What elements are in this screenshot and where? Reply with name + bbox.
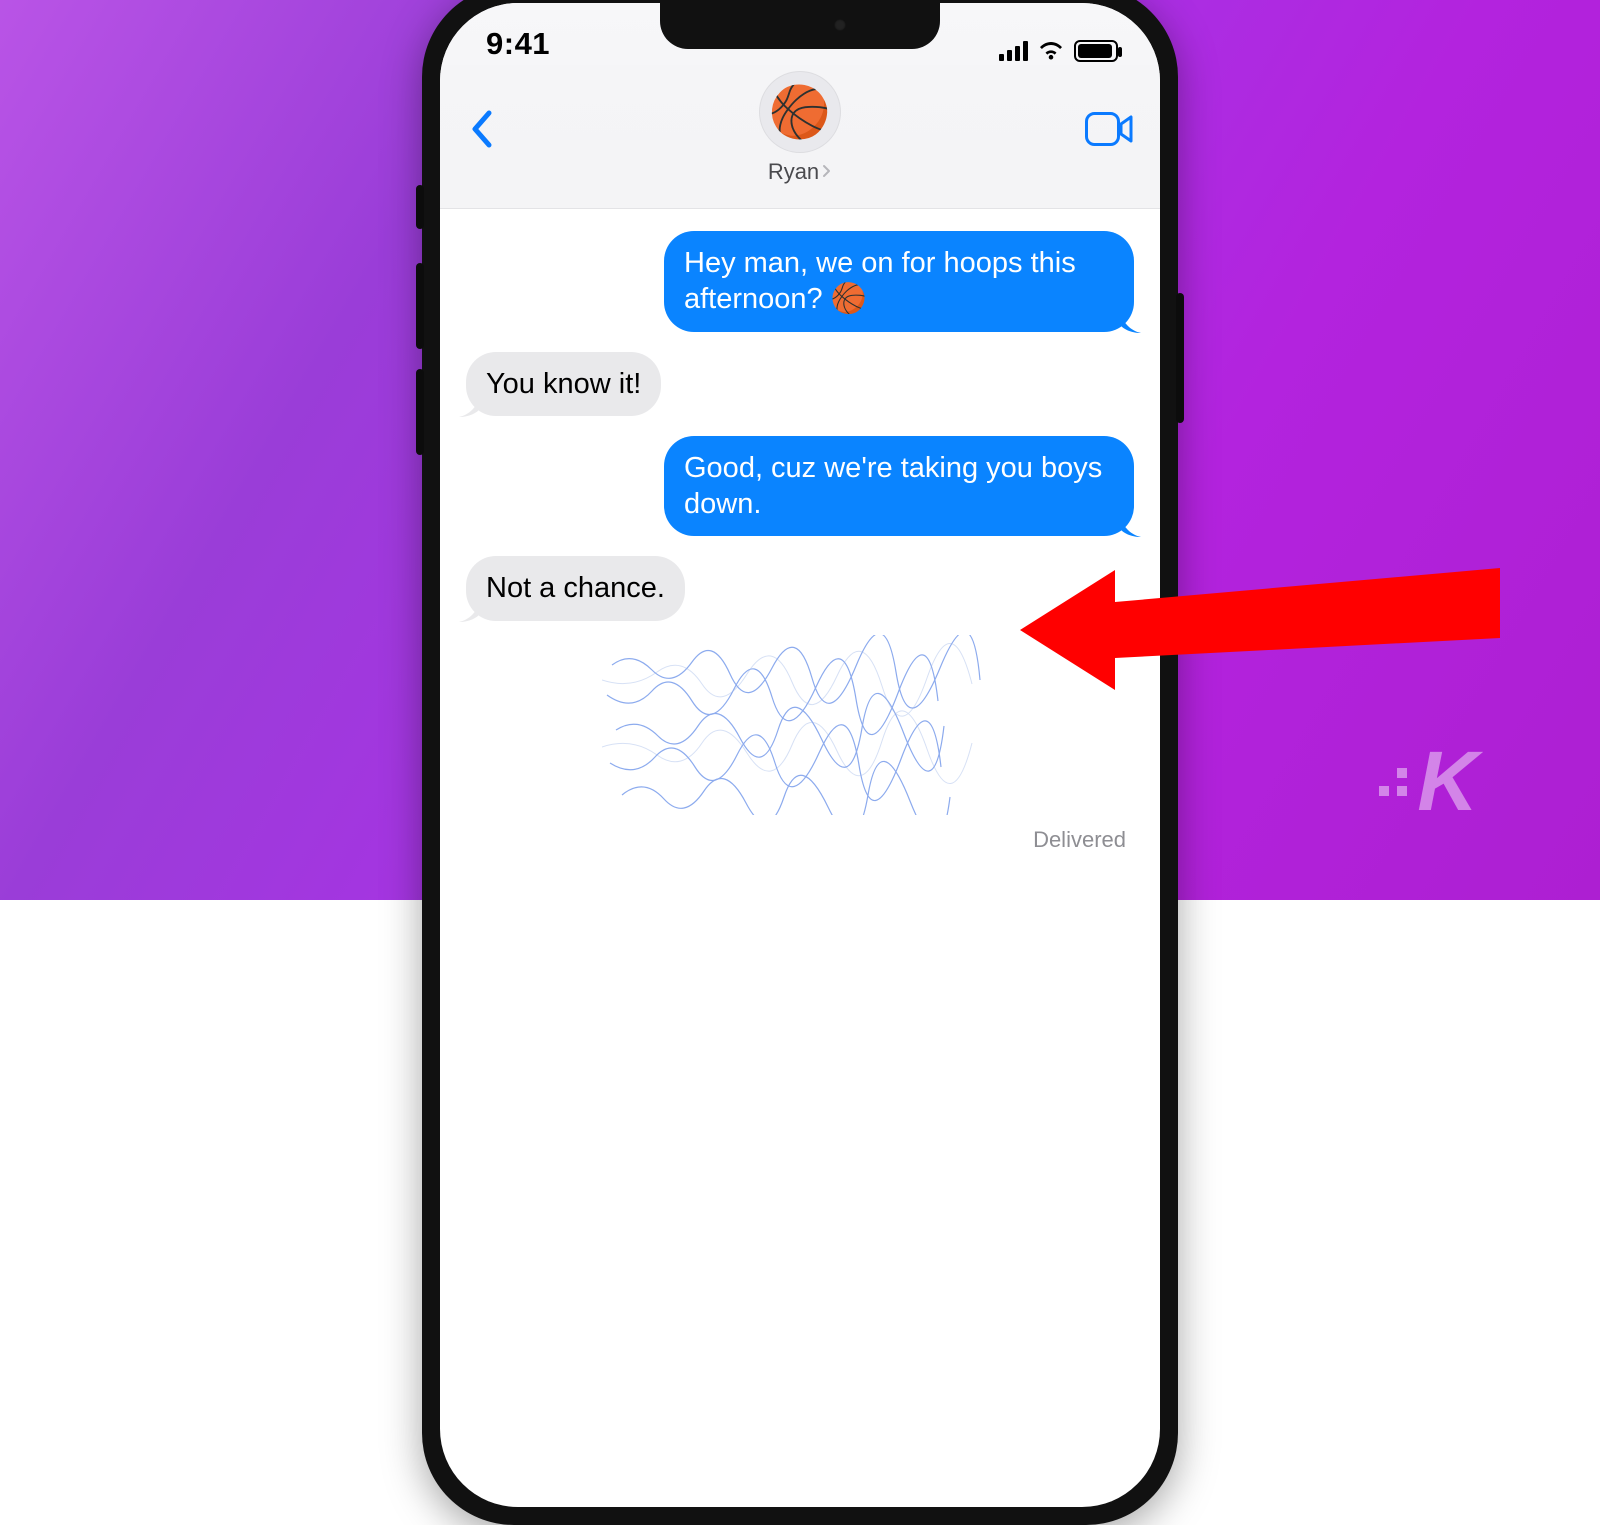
conversation-header: 🏀 Ryan [440,65,1160,209]
volume-down-button [416,369,424,455]
message-row: Not a chance. [466,556,1134,620]
iphone-frame: 9:41 🏀 Ryan [422,0,1178,1525]
message-text: You know it! [486,368,641,400]
sent-message-bubble[interactable]: Good, cuz we're taking you boys down. [664,436,1134,537]
message-row: You know it! [466,352,1134,416]
facetime-button[interactable] [1082,107,1136,151]
avatar-emoji: 🏀 [769,83,831,142]
contact-info[interactable]: 🏀 Ryan [759,71,841,185]
power-button [1176,293,1184,423]
status-icons [999,40,1118,62]
chevron-right-icon [822,162,832,183]
battery-icon [1074,40,1118,62]
contact-name: Ryan [768,159,819,185]
volume-up-button [416,263,424,349]
invisible-ink-message[interactable] [602,635,1134,815]
message-text: Not a chance. [486,572,665,604]
status-time: 9:41 [486,26,550,62]
message-text: Hey man, we on for hoops this afternoon?… [684,247,1076,315]
message-row [466,635,1134,815]
sent-message-bubble[interactable]: Hey man, we on for hoops this afternoon?… [664,231,1134,332]
message-thread[interactable]: Hey man, we on for hoops this afternoon?… [440,209,1160,853]
message-text: Good, cuz we're taking you boys down. [684,452,1102,520]
notch [660,3,940,49]
received-message-bubble[interactable]: You know it! [466,352,661,416]
watermark-letter: K [1417,733,1475,830]
message-row: Good, cuz we're taking you boys down. [466,436,1134,537]
back-button[interactable] [460,107,504,151]
phone-screen: 9:41 🏀 Ryan [440,3,1160,1507]
wifi-icon [1038,41,1064,61]
delivered-status: Delivered [466,827,1134,853]
cellular-icon [999,41,1028,61]
watermark-logo: K [1379,733,1475,830]
mute-switch [416,185,424,229]
received-message-bubble[interactable]: Not a chance. [466,556,685,620]
contact-avatar: 🏀 [759,71,841,153]
message-row: Hey man, we on for hoops this afternoon?… [466,231,1134,332]
